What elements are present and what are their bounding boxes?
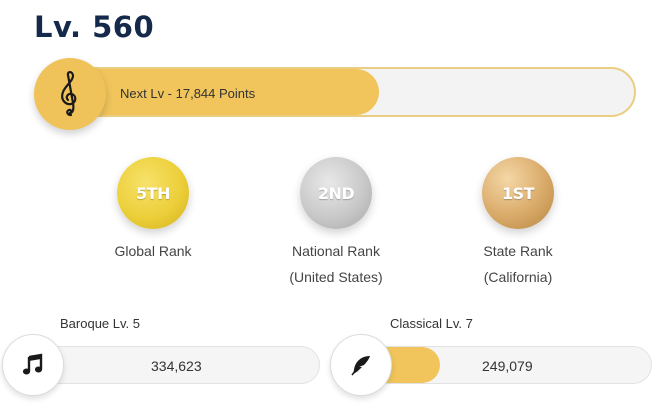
category-title-classical: Classical Lv. 7 — [390, 316, 473, 331]
rank-state: 1ST State Rank (California) — [428, 157, 608, 290]
rank-sublabel: (United States) — [289, 269, 383, 285]
rank-label: State Rank — [483, 243, 553, 259]
rank-badge-text: 2ND — [317, 183, 355, 203]
rank-sublabel: (California) — [483, 269, 553, 285]
rank-label: National Rank — [292, 243, 380, 259]
level-title: Lv. 560 — [34, 10, 155, 44]
category-badge-classical — [330, 334, 392, 396]
music-note-icon — [22, 353, 43, 375]
level-progress-label: Next Lv - 17,844 Points — [120, 86, 256, 101]
category-title-baroque: Baroque Lv. 5 — [60, 316, 140, 331]
rank-badge-text: 1ST — [501, 183, 535, 203]
level-progress-bar: Next Lv - 17,844 Points — [38, 67, 636, 117]
rank-national: 2ND National Rank (United States) — [246, 157, 426, 290]
category-value: 334,623 — [151, 358, 202, 374]
bronze-medal: 1ST — [482, 157, 554, 229]
level-badge — [34, 58, 106, 130]
gold-medal: 5TH — [117, 157, 189, 229]
category-badge-baroque — [2, 334, 64, 396]
rank-global: 5TH Global Rank — [63, 157, 243, 264]
category-value: 249,079 — [482, 358, 533, 374]
treble-clef-icon — [61, 71, 77, 117]
silver-medal: 2ND — [300, 157, 372, 229]
feather-icon — [351, 356, 370, 376]
rank-badge-text: 5TH — [136, 183, 170, 203]
rank-label: Global Rank — [114, 243, 192, 259]
